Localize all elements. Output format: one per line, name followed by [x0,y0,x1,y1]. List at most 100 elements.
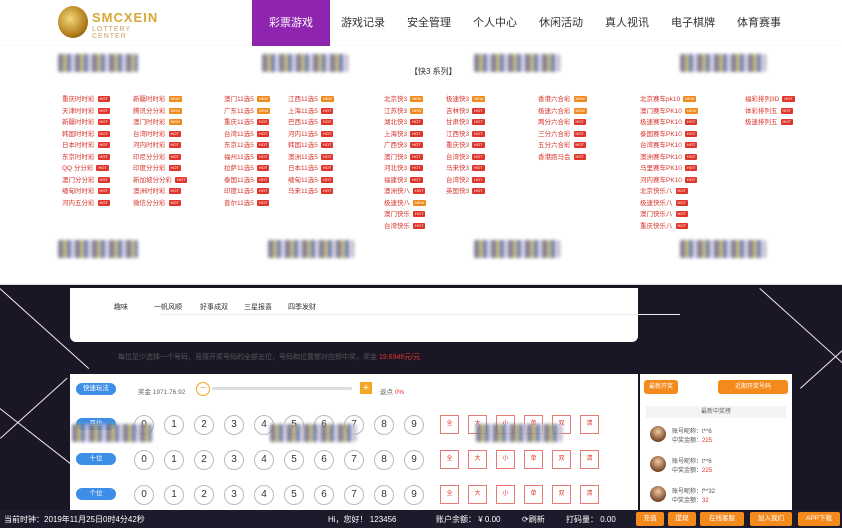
lottery-link[interactable]: 重庆时时彩 HOT [62,94,110,106]
lottery-link[interactable]: 澳门快乐 HOT [384,209,426,221]
lottery-link[interactable]: 重庆11选5 HOT [224,117,270,129]
quick-select-big[interactable]: 大 [468,485,487,504]
number-ball[interactable]: 0 [134,485,154,505]
quick-clear[interactable]: 清 [580,450,599,469]
lottery-link[interactable]: 极速赛车PK10 HOT [640,117,698,129]
latest-draw-button[interactable]: 最新开奖 [644,380,678,394]
lottery-link[interactable]: 极速排列五 HOT [745,117,795,129]
brand-logo[interactable]: SMCXEIN LOTTERY CENTER [58,6,168,40]
quick-select-all[interactable]: 全 [440,485,459,504]
lottery-link[interactable]: 微信分分彩 HOT [133,198,187,210]
quick-select-all[interactable]: 全 [440,415,459,434]
lottery-link[interactable]: 广东11选5 NEW [224,106,271,118]
lottery-link[interactable]: 极速快八 NEW [384,198,427,210]
nav-card-games[interactable]: 电子棋牌 [660,0,726,46]
lottery-link[interactable]: 普尔11选5 HOT [224,198,270,210]
lottery-link[interactable]: 江苏快3 NEW [384,106,426,118]
lottery-link[interactable]: 澳洲11选5 HOT [288,152,334,164]
number-ball[interactable]: 4 [254,450,274,470]
lottery-link[interactable]: 上海快3 HOT [384,129,426,141]
lottery-link[interactable]: 江西快3 HOT [446,129,485,141]
lottery-link[interactable]: 广西快3 HOT [384,140,426,152]
lottery-link[interactable]: 北京快3 NEW [384,94,426,106]
lottery-link[interactable]: 台湾快乐 HOT [384,221,426,233]
number-ball[interactable]: 7 [344,450,364,470]
quick-select-small[interactable]: 小 [496,485,515,504]
refresh-balance-button[interactable]: ⟳刷新 [522,514,545,525]
lottery-link[interactable]: 马里赛车PK10 HOT [640,163,698,175]
lottery-link[interactable]: 香港六合彩 NEW [538,94,587,106]
lottery-link[interactable]: 重庆快乐八 HOT [640,221,698,233]
recent-draws-button[interactable]: 近期开奖号码 [718,380,788,394]
nav-security[interactable]: 安全管理 [396,0,462,46]
slider-minus-button[interactable]: − [196,382,210,396]
lottery-link[interactable]: 印尼分分彩 HOT [133,152,187,164]
number-ball[interactable]: 1 [164,485,184,505]
lottery-link[interactable]: 印度11选5 HOT [224,186,270,198]
lottery-link[interactable]: 腾讯分分彩 NEW [133,106,187,118]
quick-select-odd[interactable]: 单 [524,485,543,504]
lottery-link[interactable]: 澳门赛车PK10 NEW [640,106,699,118]
lottery-link[interactable]: 香港跑马会 HOT [538,152,587,164]
number-ball[interactable]: 3 [224,415,244,435]
lottery-link[interactable]: 福建快3 HOT [384,175,426,187]
lottery-link[interactable]: 极速快3 NEW [446,94,486,106]
lottery-link[interactable]: 五分六合彩 HOT [538,140,587,152]
lottery-link[interactable]: 新疆时时彩 NEW [133,94,187,106]
withdraw-button[interactable]: 提现 [668,512,696,526]
lottery-link[interactable]: 澳门快3 HOT [384,152,426,164]
lottery-link[interactable]: 江西11选5 NEW [288,94,335,106]
rebate-slider[interactable] [212,387,352,390]
nav-lottery[interactable]: 彩票游戏 [252,0,330,46]
lottery-link[interactable]: 澳门快乐八 HOT [640,209,698,221]
lottery-link[interactable]: 新加坡分分彩 HOT [133,175,188,187]
number-ball[interactable]: 2 [194,415,214,435]
number-ball[interactable]: 0 [134,450,154,470]
quick-select-small[interactable]: 小 [496,450,515,469]
lottery-link[interactable]: 澳洲快八 HOT [384,186,426,198]
lottery-link[interactable]: 河内11选5 HOT [288,129,334,141]
lottery-link[interactable]: 印度分分彩 HOT [133,163,187,175]
tab-yifan[interactable]: 一帆风顺 [154,302,182,312]
lottery-link[interactable]: 河内赛车PK10 HOT [640,175,698,187]
nav-game-records[interactable]: 游戏记录 [330,0,396,46]
lottery-link[interactable]: 台湾11选5 HOT [224,129,270,141]
lottery-link[interactable]: 极速六合彩 NEW [538,106,587,118]
lottery-link[interactable]: QQ 分分彩 HOT [62,163,110,175]
lottery-link[interactable]: 台湾时时彩 HOT [133,129,187,141]
quick-clear[interactable]: 清 [580,415,599,434]
lottery-link[interactable]: 韩国时时彩 HOT [62,129,110,141]
number-ball[interactable]: 3 [224,485,244,505]
lottery-link[interactable]: 河内五分彩 HOT [62,198,110,210]
number-ball[interactable]: 8 [374,485,394,505]
number-ball[interactable]: 4 [254,485,274,505]
lottery-link[interactable]: 北京赛车pk10 NEW [640,94,698,106]
deposit-button[interactable]: 充值 [636,512,664,526]
lottery-link[interactable]: 日本时时彩 HOT [62,140,110,152]
lottery-link[interactable]: 马来快3 HOT [446,163,485,175]
lottery-link[interactable]: 澳门时时彩 NEW [133,117,187,129]
lottery-link[interactable]: 重庆快3 HOT [446,140,485,152]
app-download-button[interactable]: APP下载 [798,512,840,526]
quick-select-even[interactable]: 双 [552,450,571,469]
slider-plus-button[interactable]: + [360,382,372,394]
lottery-link[interactable]: 巴西11选5 HOT [288,117,334,129]
lottery-link[interactable]: 天津时时彩 HOT [62,106,110,118]
number-ball[interactable]: 6 [314,485,334,505]
number-ball[interactable]: 5 [284,450,304,470]
join-us-button[interactable]: 加入我们 [750,512,792,526]
lottery-link[interactable]: 缅甸11选5 HOT [288,175,334,187]
lottery-link[interactable]: 台湾赛车PK10 HOT [640,140,698,152]
lottery-link[interactable]: 河内时时彩 HOT [133,140,187,152]
nav-live-video[interactable]: 真人视讯 [594,0,660,46]
lottery-link[interactable]: 湖北快3 HOT [384,117,426,129]
lottery-link[interactable]: 新疆时时彩 HOT [62,117,110,129]
quick-select-even[interactable]: 双 [552,485,571,504]
number-ball[interactable]: 2 [194,485,214,505]
lottery-link[interactable]: 东京11选5 HOT [224,140,270,152]
lottery-link[interactable]: 上海11选5 HOT [288,106,334,118]
lottery-link[interactable]: 澳洲时时彩 HOT [133,186,187,198]
lottery-link[interactable]: 福彩排列3D HOT [745,94,795,106]
lottery-link[interactable]: 澳洲赛车PK10 HOT [640,152,698,164]
lottery-link[interactable]: 北京快乐八 HOT [640,186,698,198]
